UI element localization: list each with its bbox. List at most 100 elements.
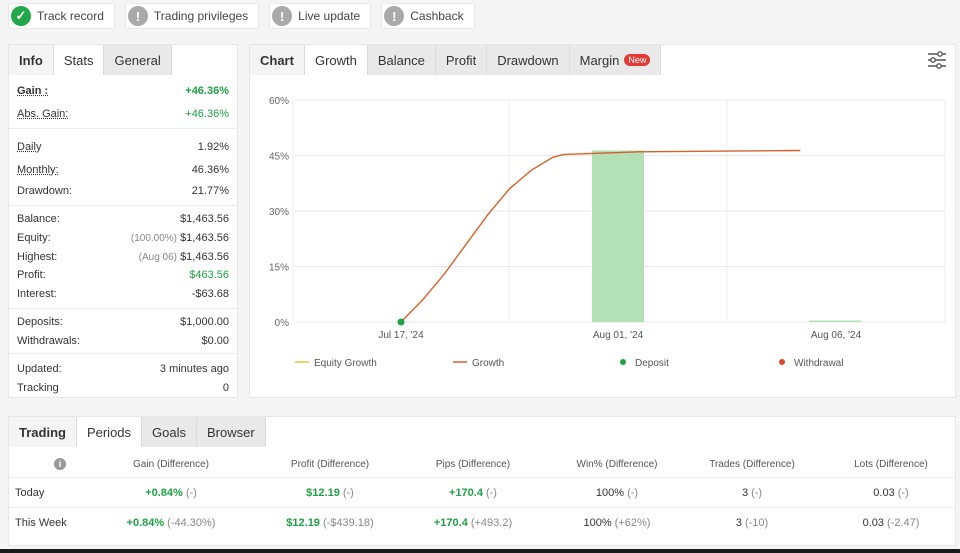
new-badge: New — [624, 54, 651, 66]
table-cell: +0.84% (-44.30%) — [106, 508, 236, 537]
tab-drawdown[interactable]: Drawdown — [487, 45, 570, 75]
stat-label: Balance: — [17, 213, 60, 225]
stat-value: -$63.68 — [191, 288, 229, 300]
stat-label: Withdrawals: — [17, 335, 80, 347]
stat-label: Tracking — [17, 382, 59, 394]
badge-trading-privileges[interactable]: ! Trading privileges — [124, 3, 260, 29]
table-cell: +170.4 (+493.2) — [408, 508, 538, 537]
cell-value: 100% — [583, 516, 612, 529]
deposit-point — [397, 318, 405, 326]
stat-value: $463.56 — [189, 269, 229, 281]
bottom-bar — [0, 549, 960, 553]
badge-label: Live update — [298, 9, 361, 23]
tab-trading[interactable]: Trading — [9, 417, 77, 447]
stat-highest: Highest: (Aug 06) $1,463.56 — [17, 249, 229, 265]
table-cell: $12.19 (-) — [265, 478, 395, 507]
tab-goals[interactable]: Goals — [142, 417, 197, 447]
stat-value: $1,000.00 — [180, 316, 229, 328]
table-cell: 100% (+62%) — [552, 508, 682, 537]
stat-abs-gain: Abs. Gain: +46.36% — [17, 106, 229, 122]
stat-value: 1.92% — [197, 141, 229, 153]
y-tick-label: 60% — [269, 96, 289, 107]
y-tick-label: 15% — [269, 263, 289, 274]
tab-general[interactable]: General — [104, 45, 172, 75]
legend-swatch — [779, 359, 785, 365]
tab-balance[interactable]: Balance — [367, 45, 436, 75]
sliders-icon[interactable] — [927, 51, 947, 69]
stat-amount: $1,463.56 — [180, 251, 229, 263]
badge-live-update[interactable]: ! Live update — [269, 3, 372, 29]
stat-value: +46.36% — [185, 108, 229, 120]
stat-label: Equity: — [17, 232, 51, 244]
periods-panel: Trading Periods Goals Browser i Gain (Dif… — [8, 416, 956, 546]
stat-label[interactable]: Daily — [17, 141, 41, 153]
periods-tabs: Trading Periods Goals Browser — [9, 417, 955, 447]
table-cell: 100% (-) — [552, 478, 682, 507]
stat-value: (100.00%) $1,463.56 — [131, 232, 229, 244]
divider — [9, 128, 237, 129]
tab-info[interactable]: Info — [9, 45, 54, 75]
stat-value: (Aug 06) $1,463.56 — [139, 251, 229, 263]
info-icon[interactable]: i — [54, 458, 66, 470]
badge-label: Trading privileges — [153, 9, 249, 23]
growth-chart: 0% 15% 30% 45% 60% Jul 17, '24 Aug 01, '24 Aug … — [269, 96, 946, 369]
stats-tabs: Info Stats General — [9, 45, 237, 75]
stat-monthly: Monthly: 46.36% — [17, 162, 229, 178]
cell-value: $12.19 — [286, 516, 320, 529]
cell-difference: (-) — [751, 486, 763, 499]
table-cell: +170.4 (-) — [408, 478, 538, 507]
chart-tabs: Chart Growth Balance Profit Drawdown Mar… — [250, 45, 955, 75]
stat-label[interactable]: Abs. Gain: — [17, 108, 68, 120]
cell-value: 3 — [741, 486, 749, 499]
y-tick-label: 0% — [275, 318, 290, 329]
table-cell: 0.03 (-) — [826, 478, 956, 507]
cell-difference: (+62%) — [614, 516, 651, 529]
tab-browser[interactable]: Browser — [197, 417, 266, 447]
stat-label: Drawdown: — [17, 185, 73, 197]
cell-value: 0.03 — [873, 486, 895, 499]
x-tick-label: Aug 01, '24 — [593, 330, 644, 341]
stat-value: 0 — [222, 382, 229, 394]
legend-label: Withdrawal — [794, 358, 843, 369]
cell-difference: (+493.2) — [470, 516, 513, 529]
stat-label[interactable]: Gain : — [17, 85, 48, 97]
exclamation-circle-icon: ! — [127, 6, 148, 26]
header-info-cell: i — [45, 451, 75, 477]
stat-label: Profit: — [17, 269, 46, 281]
cell-value: +170.4 — [433, 516, 468, 529]
cell-value: +0.84% — [126, 516, 165, 529]
column-header: Trades (Difference) — [709, 458, 795, 470]
badge-track-record[interactable]: ✓ Track record — [8, 3, 115, 29]
stat-label: Highest: — [17, 251, 58, 263]
x-tick-label: Aug 06, '24 — [811, 330, 862, 341]
column-header: Win% (Difference) — [576, 458, 658, 470]
deposit-bar — [809, 320, 861, 322]
stat-value: $1,463.56 — [180, 213, 229, 225]
tab-chart[interactable]: Chart — [250, 45, 305, 75]
periods-table: i Gain (Difference) Profit (Difference) Pip… — [9, 451, 955, 537]
legend-label: Deposit — [635, 358, 669, 369]
divider — [9, 308, 237, 309]
stat-tracking: Tracking 0 — [17, 380, 229, 396]
table-cell: +0.84% (-) — [106, 478, 236, 507]
tab-profit[interactable]: Profit — [435, 45, 488, 75]
stat-amount: $1,463.56 — [180, 232, 229, 244]
badge-label: Track record — [37, 9, 104, 23]
badge-cashback[interactable]: ! Cashback — [381, 3, 475, 29]
cell-difference: (-) — [342, 486, 354, 499]
stat-label[interactable]: Monthly: — [17, 164, 59, 176]
stat-value: 46.36% — [191, 164, 229, 176]
divider — [9, 205, 237, 206]
legend-label: Equity Growth — [314, 358, 377, 369]
tab-label: Margin — [579, 52, 620, 68]
tab-stats[interactable]: Stats — [53, 45, 105, 75]
tab-growth[interactable]: Growth — [304, 45, 368, 75]
badge-label: Cashback — [410, 9, 464, 23]
tab-periods[interactable]: Periods — [76, 417, 143, 447]
column-header: Profit (Difference) — [290, 458, 370, 470]
stat-value: $0.00 — [201, 335, 229, 347]
stat-balance: Balance: $1,463.56 — [17, 211, 229, 227]
tab-margin[interactable]: Margin New — [569, 45, 662, 75]
cell-difference: (-) — [897, 486, 909, 499]
table-row: Today +0.84% (-) $12.19 (-) +170.4 (-) 100% (-) 3… — [9, 477, 955, 507]
